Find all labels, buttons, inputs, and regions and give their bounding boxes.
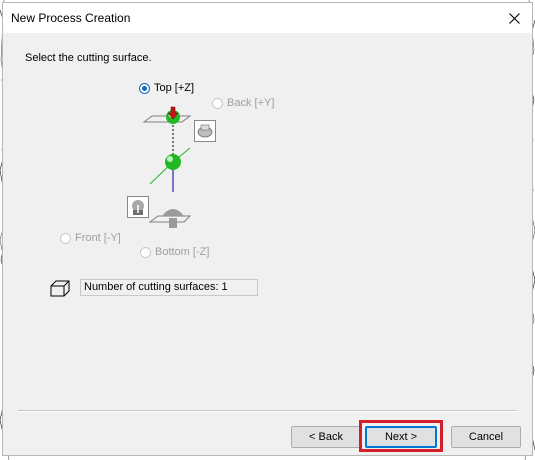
radio-back[interactable]: Back [+Y] (212, 97, 274, 109)
bottom-part (162, 209, 184, 216)
close-icon (508, 12, 520, 24)
new-process-dialog: New Process Creation (2, 2, 533, 456)
separator (18, 410, 517, 412)
radio-bottom-label: Bottom [-Z] (155, 246, 210, 258)
radio-top[interactable]: Top [+Z] (139, 82, 194, 94)
cube-icon (50, 280, 70, 297)
cutting-surface-count: Number of cutting surfaces: 1 (80, 279, 258, 296)
radio-back-label: Back [+Y] (227, 97, 275, 109)
radio-front[interactable]: Front [-Y] (60, 232, 121, 244)
cancel-button[interactable]: Cancel (451, 426, 521, 448)
origin-sphere (165, 154, 181, 170)
close-button[interactable] (496, 3, 532, 33)
title-bar: New Process Creation (3, 3, 532, 34)
window-title: New Process Creation (11, 11, 131, 25)
radio-indicator (60, 232, 71, 244)
radio-indicator (139, 82, 150, 94)
back-view-button[interactable] (194, 120, 216, 142)
radio-top-label: Top [+Z] (154, 82, 195, 94)
radio-indicator (140, 246, 151, 258)
instruction-text: Select the cutting surface. (25, 52, 152, 64)
back-button[interactable]: < Back (291, 426, 361, 448)
front-view-icon (132, 200, 144, 215)
front-view-button[interactable] (127, 196, 149, 218)
back-view-icon (197, 124, 213, 138)
radio-front-label: Front [-Y] (75, 232, 121, 244)
next-button-highlight (359, 420, 443, 452)
radio-bottom[interactable]: Bottom [-Z] (140, 246, 209, 258)
